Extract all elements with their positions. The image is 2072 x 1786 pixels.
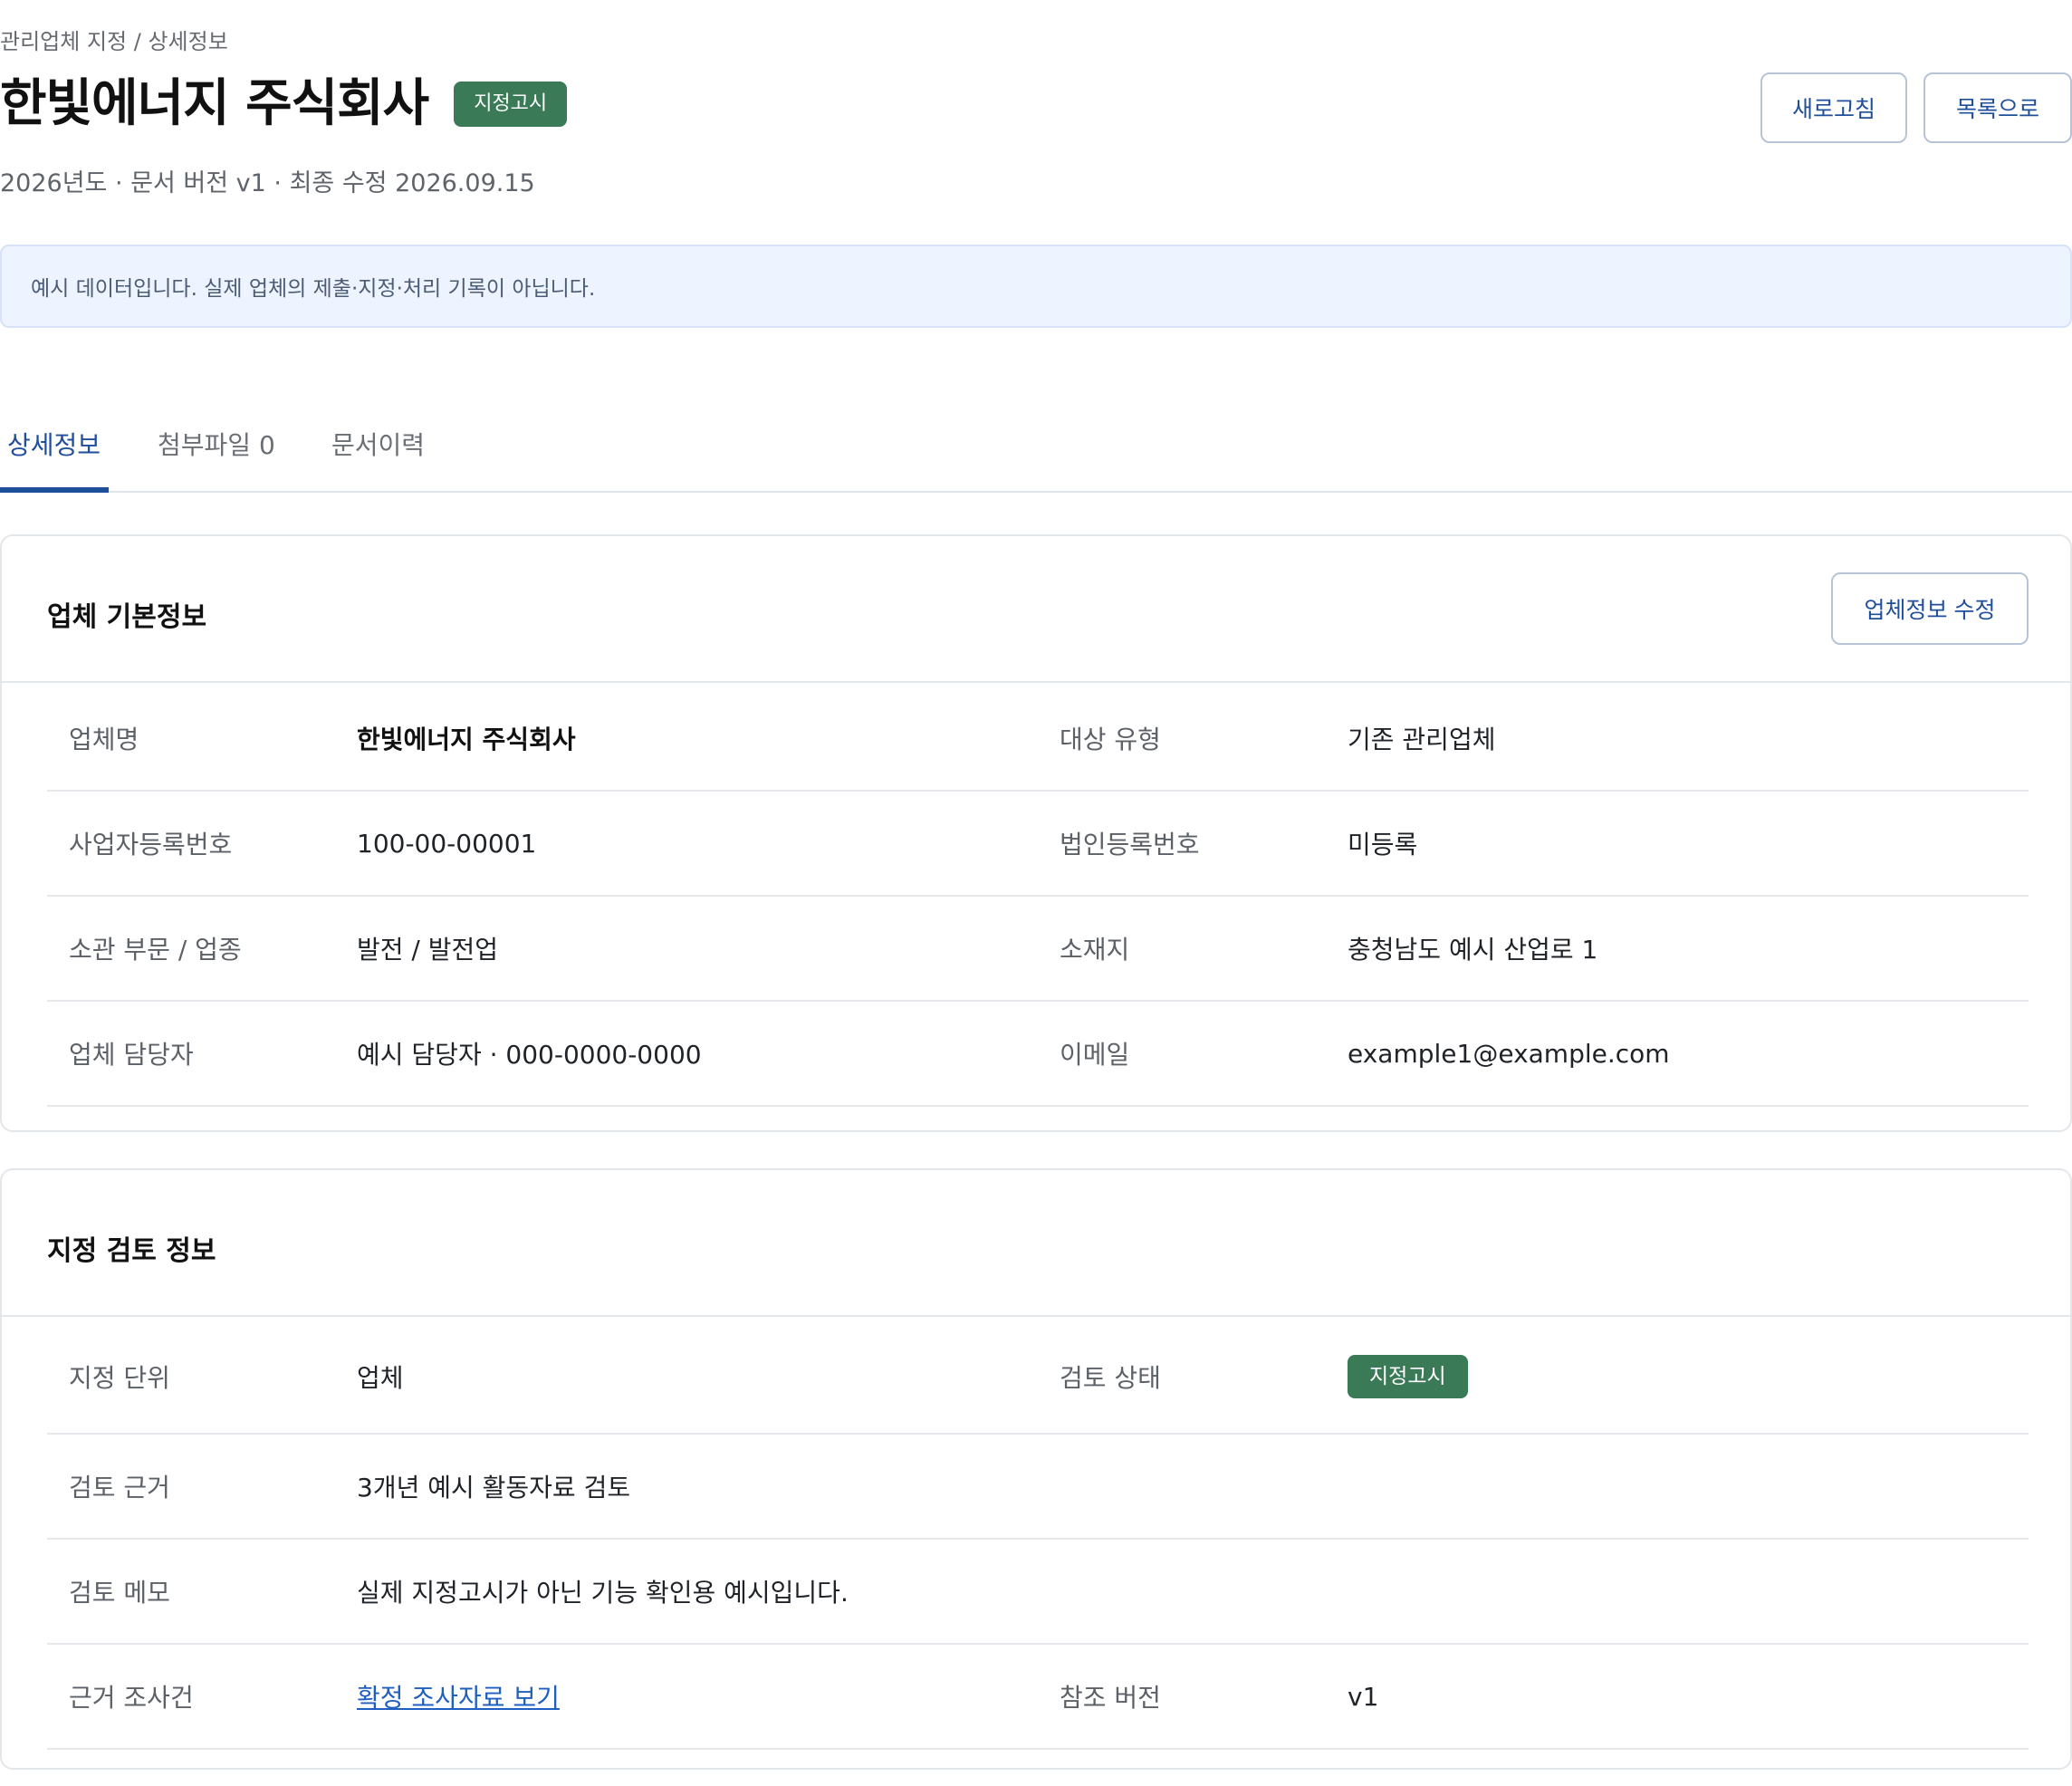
sample-data-notice: 예시 데이터입니다. 실제 업체의 제출·지정·처리 기록이 아닙니다. — [0, 245, 2072, 328]
breadcrumb: 관리업체 지정 / 상세정보 — [0, 29, 228, 54]
field-label: 소재지 — [1060, 935, 1130, 965]
field-label: 검토 근거 — [69, 1473, 170, 1503]
field-label: 참조 버전 — [1060, 1683, 1161, 1713]
document-meta: 2026년도 · 문서 버전 v1 · 최종 수정 2026.09.15 — [0, 169, 535, 197]
field-label: 지정 단위 — [69, 1363, 170, 1393]
page: 관리업체 지정 / 상세정보 한빛에너지 주식회사 지정고시 2026년도 · … — [0, 0, 2072, 1786]
card-header: 업체 기본정보 업체정보 수정 — [2, 536, 2070, 683]
field-label: 업체 담당자 — [69, 1040, 194, 1070]
card-title: 업체 기본정보 — [47, 601, 207, 633]
field-label: 이메일 — [1060, 1040, 1130, 1070]
tab-attachments[interactable]: 첨부파일 0 — [158, 426, 275, 462]
title-row: 한빛에너지 주식회사 지정고시 — [0, 71, 568, 138]
field-label: 대상 유형 — [1060, 725, 1161, 754]
info-row: 지정 단위 업체 검토 상태 지정고시 — [47, 1320, 2029, 1435]
active-tab-indicator — [0, 487, 109, 493]
status-badge: 지정고시 — [454, 82, 568, 127]
page-title: 한빛에너지 주식회사 — [0, 74, 429, 133]
info-row: 근거 조사건 확정 조사자료 보기 참조 버전 v1 — [47, 1645, 2029, 1750]
info-row: 검토 근거 3개년 예시 활동자료 검토 — [47, 1435, 2029, 1540]
field-label: 근거 조사건 — [69, 1683, 194, 1713]
edit-company-button[interactable]: 업체정보 수정 — [1831, 572, 2029, 645]
email-value: example1@example.com — [1348, 1038, 1670, 1069]
info-row: 검토 메모 실제 지정고시가 아닌 기능 확인용 예시입니다. — [47, 1540, 2029, 1645]
company-name-value: 한빛에너지 주식회사 — [357, 725, 576, 754]
field-label: 소관 부문 / 업종 — [69, 935, 242, 965]
review-basis-value: 3개년 예시 활동자료 검토 — [357, 1473, 631, 1503]
info-row: 소관 부문 / 업종 발전 / 발전업 소재지 충청남도 예시 산업로 1 — [47, 897, 2029, 1002]
card-header: 지정 검토 정보 — [2, 1170, 2070, 1317]
business-reg-number-value: 100-00-00001 — [357, 828, 537, 859]
field-label: 법인등록번호 — [1060, 830, 1200, 859]
tab-bar: 상세정보 첨부파일 0 문서이력 — [0, 413, 2072, 493]
review-memo-value: 실제 지정고시가 아닌 기능 확인용 예시입니다. — [357, 1578, 849, 1608]
sector-industry-value: 발전 / 발전업 — [357, 935, 499, 965]
field-label: 검토 상태 — [1060, 1363, 1161, 1393]
reference-version-value: v1 — [1348, 1681, 1379, 1712]
location-value: 충청남도 예시 산업로 1 — [1348, 935, 1598, 965]
view-survey-data-link[interactable]: 확정 조사자료 보기 — [357, 1645, 560, 1748]
corporate-reg-number-value: 미등록 — [1348, 830, 1418, 859]
card-title: 지정 검토 정보 — [47, 1235, 216, 1267]
field-label: 사업자등록번호 — [69, 830, 233, 859]
designation-review-card: 지정 검토 정보 지정 단위 업체 검토 상태 지정고시 검토 근거 3개년 예… — [0, 1168, 2072, 1770]
info-row: 업체 담당자 예시 담당자 · 000-0000-0000 이메일 exampl… — [47, 1002, 2029, 1107]
contact-person-value: 예시 담당자 · 000-0000-0000 — [357, 1040, 702, 1070]
field-label: 검토 메모 — [69, 1578, 170, 1608]
review-status-badge: 지정고시 — [1348, 1355, 1468, 1398]
tab-details[interactable]: 상세정보 — [7, 426, 101, 462]
company-info-card: 업체 기본정보 업체정보 수정 업체명 한빛에너지 주식회사 대상 유형 기존 … — [0, 534, 2072, 1132]
back-to-list-button[interactable]: 목록으로 — [1923, 72, 2072, 143]
tab-document-history[interactable]: 문서이력 — [331, 426, 425, 462]
field-label: 업체명 — [69, 725, 139, 754]
target-type-value: 기존 관리업체 — [1348, 725, 1496, 754]
review-status-value: 지정고시 — [1348, 1320, 1468, 1433]
designation-unit-value: 업체 — [357, 1363, 404, 1393]
info-row: 업체명 한빛에너지 주식회사 대상 유형 기존 관리업체 — [47, 687, 2029, 792]
info-row: 사업자등록번호 100-00-00001 법인등록번호 미등록 — [47, 792, 2029, 897]
refresh-button[interactable]: 새로고침 — [1760, 72, 1907, 143]
notice-text: 예시 데이터입니다. 실제 업체의 제출·지정·처리 기록이 아닙니다. — [31, 277, 596, 301]
